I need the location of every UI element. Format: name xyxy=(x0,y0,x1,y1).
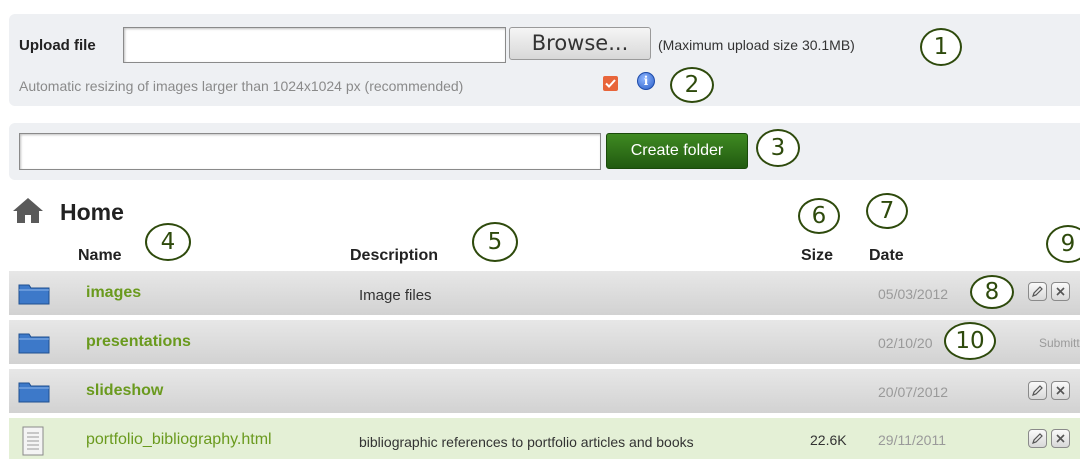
callout-1: 1 xyxy=(920,28,962,66)
delete-icon[interactable] xyxy=(1051,282,1070,301)
callout-7: 7 xyxy=(866,193,908,229)
row-name-link[interactable]: images xyxy=(86,284,141,302)
row-date: 02/10/20 xyxy=(878,335,933,351)
callout-5: 5 xyxy=(472,222,518,262)
column-header-size[interactable]: Size xyxy=(801,247,833,265)
row-size: 22.6K xyxy=(810,432,847,448)
table-row: images Image files 05/03/2012 xyxy=(9,271,1080,315)
home-icon xyxy=(11,196,45,229)
delete-icon[interactable] xyxy=(1051,381,1070,400)
resize-text: Automatic resizing of images larger than… xyxy=(19,78,464,94)
row-date: 05/03/2012 xyxy=(878,286,949,302)
column-header-date[interactable]: Date xyxy=(869,247,904,265)
row-date: 29/11/2011 xyxy=(878,432,946,448)
max-upload-size: (Maximum upload size 30.1MB) xyxy=(658,37,855,53)
callout-8: 8 xyxy=(970,275,1014,309)
table-row: slideshow 20/07/2012 xyxy=(9,369,1080,413)
edit-icon[interactable] xyxy=(1028,429,1047,448)
row-name-link[interactable]: presentations xyxy=(86,333,191,351)
create-folder-button[interactable]: Create folder xyxy=(606,133,748,169)
table-row: presentations 02/10/20 Submitted xyxy=(9,320,1080,364)
resize-checkbox[interactable] xyxy=(603,76,618,91)
row-description: Image files xyxy=(359,287,432,304)
upload-file-input[interactable] xyxy=(123,27,506,63)
info-icon[interactable]: i xyxy=(637,72,655,90)
folder-icon xyxy=(18,330,50,359)
callout-9: 9 xyxy=(1046,225,1080,263)
edit-icon[interactable] xyxy=(1028,381,1047,400)
folder-name-input[interactable] xyxy=(19,133,601,170)
callout-6: 6 xyxy=(798,198,840,234)
row-name-link[interactable]: portfolio_bibliography.html xyxy=(86,431,272,449)
row-description: bibliographic references to portfolio ar… xyxy=(359,434,694,450)
delete-icon[interactable] xyxy=(1051,429,1070,448)
browse-button[interactable]: Browse... xyxy=(509,27,651,60)
upload-file-label: Upload file xyxy=(19,37,96,54)
row-date: 20/07/2012 xyxy=(878,384,949,400)
table-row: portfolio_bibliography.html bibliographi… xyxy=(9,418,1080,459)
column-header-name[interactable]: Name xyxy=(78,247,122,265)
callout-2: 2 xyxy=(670,67,714,103)
file-icon xyxy=(22,426,44,461)
callout-10: 10 xyxy=(944,322,996,360)
page-title: Home xyxy=(60,199,124,225)
status-label: Submitted xyxy=(1039,336,1080,350)
folder-icon xyxy=(18,379,50,408)
callout-4: 4 xyxy=(145,223,191,261)
column-header-description[interactable]: Description xyxy=(350,247,438,265)
row-name-link[interactable]: slideshow xyxy=(86,382,163,400)
edit-icon[interactable] xyxy=(1028,282,1047,301)
folder-icon xyxy=(18,281,50,310)
callout-3: 3 xyxy=(756,129,800,167)
